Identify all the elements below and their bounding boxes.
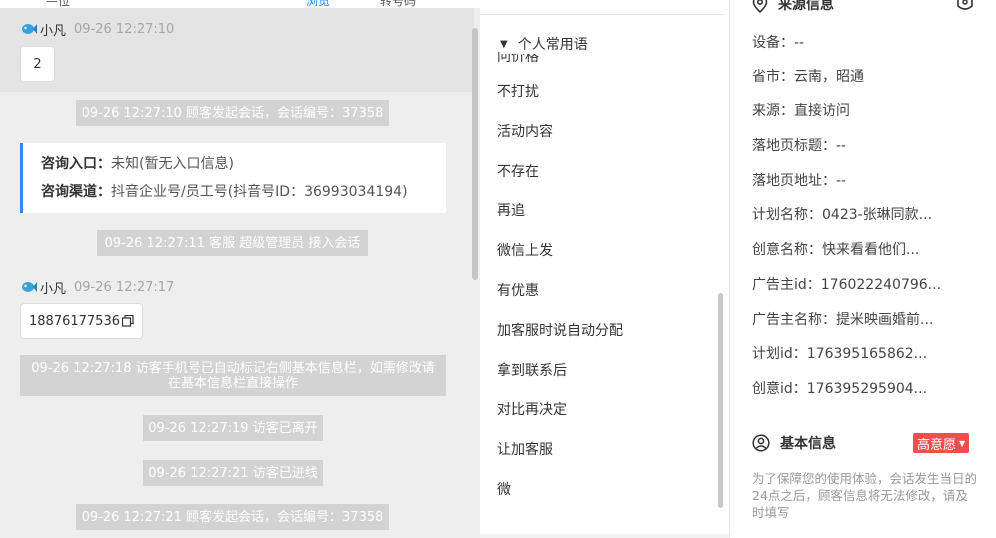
- message-time: 09-26 12:27:10: [74, 21, 175, 37]
- intent-badge[interactable]: 高意愿 ▼: [913, 433, 970, 453]
- source-field-advertiser-name: 广告主名称：提米映画婚前...: [752, 312, 934, 328]
- message-sender: 小凡 09-26 12:27:10: [21, 19, 174, 39]
- entry-info-card: 咨询入口：未知(暂无入口信息) 咨询渠道：抖音企业号/员工号(抖音号ID：369…: [20, 143, 446, 213]
- phrase-item[interactable]: 拿到联系后: [497, 361, 567, 381]
- copy-icon[interactable]: [121, 315, 134, 327]
- source-field-device: 设备：--: [752, 35, 805, 51]
- phrase-item[interactable]: 加客服时说自动分配: [497, 321, 623, 341]
- phrase-item[interactable]: 微: [497, 480, 511, 500]
- chat-panel: —位 浏览 转号码 小凡 09-26 12:27:10 2 09-26 12:2…: [0, 0, 480, 538]
- phrase-item[interactable]: 活动内容: [497, 122, 553, 142]
- system-message: 09-26 12:27:21 顾客发起会话，会话编号：37358: [76, 504, 389, 530]
- source-field-region: 省市：云南，昭通: [752, 69, 864, 85]
- system-message: 09-26 12:27:18 访客手机号已自动标记右侧基本信息栏，如需修改请在基…: [20, 355, 446, 396]
- phone-message-bubble[interactable]: 18876177536: [20, 303, 143, 339]
- phrase-item[interactable]: 对比再决定: [497, 400, 567, 420]
- phrase-item[interactable]: 有优惠: [497, 281, 539, 301]
- location-pin-icon: [752, 0, 768, 13]
- fish-avatar-icon: [22, 282, 37, 292]
- message-time: 09-26 12:27:17: [74, 279, 175, 295]
- source-field-advertiser-id: 广告主id：176022240796...: [752, 277, 942, 293]
- phrases-scrollbar[interactable]: [718, 293, 723, 508]
- phrase-item[interactable]: 不存在: [497, 162, 539, 182]
- intent-label: 高意愿: [917, 437, 957, 453]
- system-message: 09-26 12:27:19 访客已离开: [143, 415, 323, 441]
- caret-down-icon: ▼: [500, 38, 508, 50]
- source-field-landing-url: 落地页地址：--: [752, 173, 847, 189]
- source-field-creative-id: 创意id：176395295904...: [752, 381, 928, 397]
- phrase-group-toggle[interactable]: ▼ 个人常用语: [500, 34, 588, 54]
- channel-value: 抖音企业号/员工号(抖音号ID：36993034194): [111, 184, 408, 200]
- chat-scrollbar[interactable]: [472, 28, 478, 280]
- source-info-panel: 来源信息 设备：-- 省市：云南，昭通 来源：直接访问 落地页标题：-- 落地页…: [731, 0, 996, 538]
- phrase-item[interactable]: 再追: [497, 201, 525, 221]
- message-sender: 小凡 09-26 12:27:17: [21, 277, 174, 297]
- source-field-creative-name: 创意名称：快来看看他们...: [752, 242, 920, 258]
- fish-avatar-icon: [22, 24, 37, 34]
- divider: [480, 14, 725, 15]
- phrase-group-label: 个人常用语: [517, 37, 588, 53]
- sender-name: 小凡: [40, 23, 67, 39]
- system-message: 09-26 12:27:10 顾客发起会话，会话编号：37358: [76, 100, 389, 126]
- user-circle-icon: [752, 434, 770, 452]
- source-field-plan-id: 计划id：176395165862...: [752, 346, 928, 362]
- basic-info-title: 基本信息: [780, 436, 836, 452]
- source-field-origin: 来源：直接访问: [752, 103, 850, 119]
- phrases-panel: 问价格 ▼ 个人常用语 不打扰 活动内容 不存在 再追 微信上发 有优惠 加客服…: [480, 0, 730, 538]
- basic-info-header: 基本信息: [752, 433, 836, 453]
- edit-notice: 为了保障您的使用体验，会话发生当日的24点之后，顾客信息将无法修改，请及时填写: [752, 471, 978, 520]
- phrase-item[interactable]: 不打扰: [497, 82, 539, 102]
- source-info-title: 来源信息: [778, 0, 834, 13]
- channel-label: 咨询渠道：: [41, 184, 111, 200]
- sender-name: 小凡: [40, 281, 67, 297]
- phone-number: 18876177536: [29, 313, 120, 329]
- chat-top-remnant: —位 浏览 转号码: [0, 0, 480, 8]
- entry-label: 咨询入口：: [41, 156, 111, 172]
- message-bubble[interactable]: 2: [20, 46, 55, 82]
- system-message: 09-26 12:27:11 客服 超级管理员 接入会话: [97, 230, 368, 256]
- entry-value: 未知(暂无入口信息): [111, 156, 234, 172]
- phrase-item[interactable]: 微信上发: [497, 241, 553, 261]
- source-info-header: 来源信息: [752, 0, 834, 14]
- phrase-item[interactable]: 让加客服: [497, 440, 553, 460]
- source-field-landing-title: 落地页标题：--: [752, 138, 847, 154]
- system-message: 09-26 12:27:21 访客已进线: [143, 460, 323, 486]
- panel-bottom-edge: [480, 534, 729, 538]
- caret-down-icon: ▼: [959, 438, 966, 448]
- edit-icon[interactable]: [956, 0, 974, 12]
- source-field-plan-name: 计划名称：0423-张琳同款...: [752, 207, 933, 223]
